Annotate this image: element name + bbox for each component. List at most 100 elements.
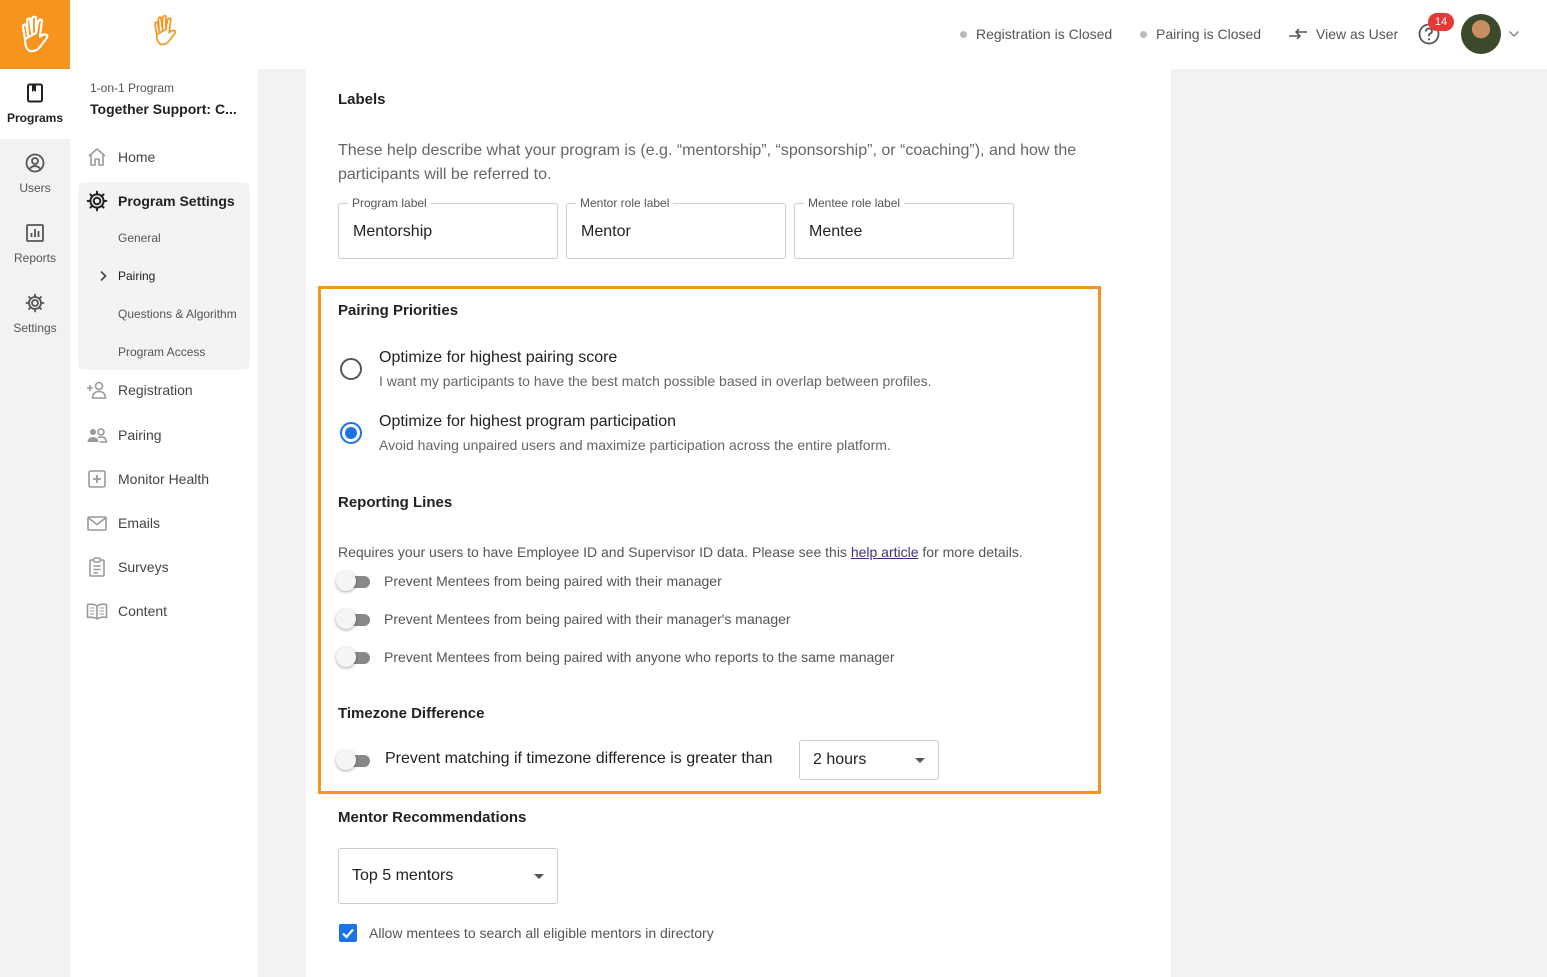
sidebar-subitem-pairing[interactable]: Pairing [118,269,155,283]
caret-down-icon [534,874,544,879]
status-dot [960,30,967,38]
mentor-role-label-field[interactable]: Mentor role label Mentor [566,196,786,259]
sidebar-item-label: Pairing [118,427,162,443]
envelope-icon [87,516,107,531]
open-book-icon [86,603,108,620]
view-as-user-button[interactable]: View as User [1288,26,1398,42]
sidebar-item-content[interactable]: Content [86,595,167,627]
sidebar-item-label: Emails [118,515,161,531]
search-all-mentors-checkbox[interactable] [339,924,357,942]
sidebar-subitem-questions-algorithm[interactable]: Questions & Algorithm [118,307,237,321]
field-label: Mentee role label [804,196,905,210]
caret-down-icon [915,758,925,763]
chevron-right-icon [100,270,107,282]
status-dot [1140,30,1147,38]
medical-plus-icon [88,470,106,488]
field-label: Program label [348,196,431,210]
rail-label: Settings [13,321,57,335]
radio-highest-program-participation[interactable] [340,422,362,444]
select-value: Top 5 mentors [352,867,454,884]
toggle-label: Prevent Mentees from being paired with a… [384,649,895,665]
user-circle-icon [25,153,45,173]
rail-item-settings[interactable]: Settings [0,279,70,349]
sidebar-item-home[interactable]: Home [86,141,155,173]
toggle-prevent-same-manager[interactable] [336,647,372,667]
option-subtitle: Avoid having unpaired users and maximize… [379,437,891,453]
select-value: 2 hours [813,751,867,768]
sidebar-subitem-program-access[interactable]: Program Access [118,345,205,359]
rail-label: Users [19,181,51,195]
registration-status: Registration is Closed [960,26,1112,42]
timezone-heading: Timezone Difference [338,705,485,722]
reporting-lines-heading: Reporting Lines [338,494,453,511]
avatar[interactable] [1461,14,1501,54]
sidebar-subitem-general[interactable]: General [118,231,161,245]
timezone-difference-select[interactable]: 2 hours [799,740,939,780]
app-rail: Programs Users Reports Settings [0,0,70,977]
bar-chart-icon [26,224,44,242]
sidebar-item-program-settings[interactable]: Program Settings [86,185,235,217]
sidebar-item-monitor-health[interactable]: Monitor Health [86,463,209,495]
add-user-icon [87,381,107,399]
sidebar-item-label: Registration [118,382,193,398]
program-type: 1-on-1 Program [90,81,175,95]
program-sidebar: 1-on-1 Program Together Support: C... Ho… [70,0,258,977]
mentor-recommendations-heading: Mentor Recommendations [338,809,527,826]
rail-label: Programs [6,111,64,125]
field-label: Mentor role label [576,196,674,210]
people-pair-icon [87,428,108,443]
clipboard-icon [89,557,105,577]
settings-card: Labels These help describe what your pro… [306,69,1171,977]
mentee-role-label-field[interactable]: Mentee role label Mentee [794,196,1014,259]
chevron-down-icon[interactable] [1508,29,1520,39]
waving-hand-icon [154,14,177,46]
gear-icon [86,190,108,212]
bookmark-book-icon [27,83,43,103]
radio-highest-pairing-score[interactable] [340,358,362,380]
sidebar-item-label: Program Settings [118,193,235,209]
rail-item-reports[interactable]: Reports [0,209,70,279]
labels-heading: Labels [338,91,386,108]
toggle-prevent-managers-manager[interactable] [336,609,372,629]
rail-label: Reports [13,251,57,265]
sidebar-item-label: Surveys [118,559,169,575]
option-title: Optimize for highest pairing score [379,349,618,366]
labels-description: These help describe what your program is… [338,142,1077,183]
rail-item-users[interactable]: Users [0,139,70,209]
pairing-status: Pairing is Closed [1140,26,1261,42]
notification-badge: 14 [1428,13,1454,31]
requirement-text: Requires your users to have Employee ID … [338,544,847,560]
swap-arrows-icon [1289,28,1307,40]
help-article-link[interactable]: help article [851,544,919,560]
mentor-recommendations-select[interactable]: Top 5 mentors [338,848,558,904]
reporting-lines-requirement: Requires your users to have Employee ID … [338,544,1023,560]
top-bar: Registration is Closed Pairing is Closed… [258,0,1547,69]
toggle-prevent-manager[interactable] [336,571,372,591]
timezone-toggle-label: Prevent matching if timezone difference … [385,750,773,767]
field-value: Mentorship [353,223,433,240]
field-value: Mentee [809,223,863,240]
toggle-timezone-difference[interactable] [336,750,372,770]
pairing-status-text: Pairing is Closed [1156,26,1262,42]
pairing-priorities-heading: Pairing Priorities [338,302,459,319]
brand-logo[interactable] [0,0,70,69]
gear-icon [25,293,45,313]
sidebar-item-emails[interactable]: Emails [86,507,160,539]
sidebar-item-pairing[interactable]: Pairing [86,419,162,451]
requirement-text: for more details. [922,544,1023,560]
program-label-field[interactable]: Program label Mentorship [338,196,558,259]
sidebar-item-label: Monitor Health [118,471,210,487]
sidebar-item-surveys[interactable]: Surveys [86,551,169,583]
option-title: Optimize for highest program participati… [379,413,677,430]
check-icon [342,928,354,939]
program-name[interactable]: Together Support: C... [90,101,237,117]
toggle-label: Prevent Mentees from being paired with t… [384,573,722,589]
sidebar-item-registration[interactable]: Registration [86,374,193,406]
checkbox-label: Allow mentees to search all eligible men… [369,925,714,941]
registration-status-text: Registration is Closed [976,26,1113,42]
toggle-label: Prevent Mentees from being paired with t… [384,611,791,627]
sidebar-item-label: Content [118,603,168,619]
field-value: Mentor [581,223,631,240]
rail-item-programs[interactable]: Programs [0,69,70,139]
view-as-user-label: View as User [1316,26,1399,42]
